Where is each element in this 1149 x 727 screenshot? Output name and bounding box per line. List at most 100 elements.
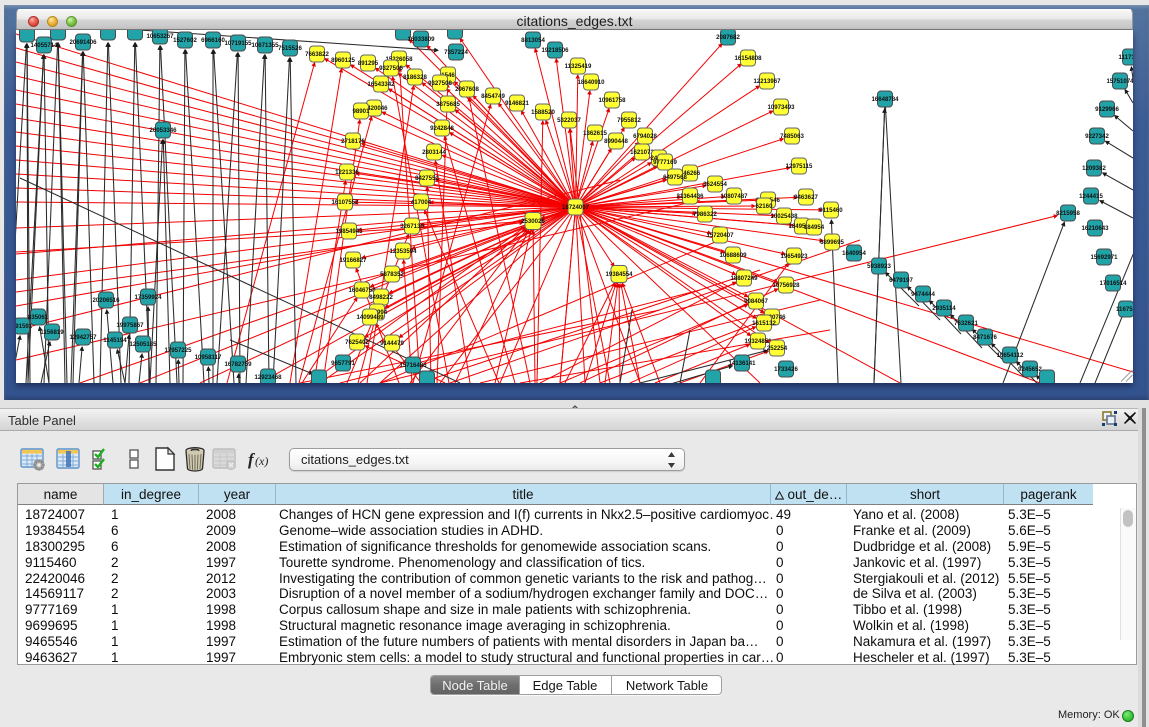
svg-text:15692971: 15692971 bbox=[1090, 254, 1118, 261]
svg-text:6479197: 6479197 bbox=[889, 277, 913, 284]
svg-text:10756928: 10756928 bbox=[772, 282, 800, 289]
svg-text:21364436: 21364436 bbox=[676, 193, 704, 200]
svg-text:1145194: 1145194 bbox=[103, 337, 127, 344]
svg-text:8427552: 8427552 bbox=[415, 175, 439, 182]
svg-text:19324851: 19324851 bbox=[744, 338, 772, 345]
svg-text:15720407: 15720407 bbox=[706, 232, 734, 239]
svg-text:9144479: 9144479 bbox=[380, 340, 404, 347]
svg-text:7515526: 7515526 bbox=[278, 45, 302, 52]
svg-text:16046758: 16046758 bbox=[348, 287, 376, 294]
svg-text:10671355: 10671355 bbox=[251, 42, 279, 49]
svg-text:8215958: 8215958 bbox=[1056, 210, 1080, 217]
svg-text:391591: 391591 bbox=[16, 323, 33, 330]
svg-text:18724007: 18724007 bbox=[562, 204, 590, 211]
svg-text:14099489: 14099489 bbox=[356, 314, 384, 321]
svg-text:10025438: 10025438 bbox=[770, 213, 798, 220]
svg-text:8454749: 8454749 bbox=[481, 93, 505, 100]
svg-text:5322037: 5322037 bbox=[557, 117, 581, 124]
svg-text:2935114: 2935114 bbox=[932, 305, 956, 312]
svg-text:16210643: 16210643 bbox=[1081, 225, 1109, 232]
svg-text:14136141: 14136141 bbox=[728, 360, 756, 367]
svg-text:10688609: 10688609 bbox=[719, 252, 747, 259]
svg-text:18640910: 18640910 bbox=[577, 79, 605, 86]
svg-text:1221336: 1221336 bbox=[335, 169, 359, 176]
svg-text:19854943: 19854943 bbox=[335, 228, 363, 235]
svg-text:7485063: 7485063 bbox=[780, 133, 804, 140]
svg-text:10653267: 10653267 bbox=[146, 33, 174, 40]
svg-text:7632621: 7632621 bbox=[954, 320, 978, 327]
svg-text:8990448: 8990448 bbox=[604, 138, 628, 145]
svg-text:1362615: 1362615 bbox=[583, 130, 607, 137]
svg-text:8813054: 8813054 bbox=[521, 37, 545, 44]
svg-text:16648784: 16648784 bbox=[871, 96, 899, 103]
svg-text:8498222: 8498222 bbox=[369, 294, 393, 301]
svg-text:3267130: 3267130 bbox=[400, 223, 424, 230]
svg-text:9657791: 9657791 bbox=[331, 360, 355, 367]
svg-text:16782759: 16782759 bbox=[224, 361, 252, 368]
svg-text:6899695: 6899695 bbox=[820, 239, 844, 246]
svg-text:62160: 62160 bbox=[756, 203, 774, 210]
svg-text:2087682: 2087682 bbox=[716, 34, 740, 41]
svg-text:1733426: 1733426 bbox=[774, 366, 798, 373]
svg-text:12975115: 12975115 bbox=[786, 163, 813, 170]
svg-text:1156819: 1156819 bbox=[40, 329, 64, 336]
svg-text:20053346: 20053346 bbox=[149, 127, 177, 134]
svg-text:15716485: 15716485 bbox=[399, 362, 427, 369]
svg-text:3624554: 3624554 bbox=[703, 181, 727, 188]
svg-text:891295: 891295 bbox=[358, 60, 379, 67]
svg-text:7955812: 7955812 bbox=[617, 117, 641, 124]
svg-text:184954: 184954 bbox=[804, 224, 825, 231]
svg-text:15751074: 15751074 bbox=[1106, 78, 1133, 85]
svg-text:10958117: 10958117 bbox=[195, 354, 222, 361]
svg-text:252254: 252254 bbox=[767, 345, 788, 352]
svg-text:1209382: 1209382 bbox=[1082, 165, 1106, 172]
svg-text:9463627: 9463627 bbox=[794, 194, 818, 201]
svg-text:9242848: 9242848 bbox=[430, 125, 454, 132]
svg-text:20206516: 20206516 bbox=[92, 297, 120, 304]
svg-text:1244415: 1244415 bbox=[1079, 193, 1103, 200]
svg-text:9245652: 9245652 bbox=[1018, 366, 1042, 373]
svg-text:(x): (x) bbox=[255, 454, 268, 468]
svg-text:10654112: 10654112 bbox=[997, 352, 1024, 359]
svg-text:98901: 98901 bbox=[353, 108, 371, 115]
svg-text:9227342: 9227342 bbox=[1085, 133, 1109, 140]
svg-text:1527602: 1527602 bbox=[173, 37, 197, 44]
svg-text:5878352: 5878352 bbox=[380, 271, 404, 278]
svg-text:7663822: 7663822 bbox=[305, 51, 329, 58]
svg-text:9146821: 9146821 bbox=[505, 100, 529, 107]
svg-text:19654923: 19654923 bbox=[780, 253, 808, 260]
svg-text:2718176: 2718176 bbox=[341, 138, 365, 145]
svg-text:16543342: 16543342 bbox=[367, 81, 395, 88]
svg-text:19975867: 19975867 bbox=[116, 322, 144, 329]
svg-text:9115460: 9115460 bbox=[819, 207, 843, 214]
svg-text:19384554: 19384554 bbox=[605, 271, 633, 278]
svg-text:12213967: 12213967 bbox=[753, 78, 781, 85]
svg-text:6497568: 6497568 bbox=[663, 174, 687, 181]
svg-text:14055714: 14055714 bbox=[30, 42, 58, 49]
svg-text:10807487: 10807487 bbox=[720, 193, 748, 200]
svg-text:2530026: 2530026 bbox=[521, 218, 545, 225]
svg-text:9327508: 9327508 bbox=[428, 80, 452, 87]
svg-text:12353594: 12353594 bbox=[389, 248, 417, 255]
svg-text:9474444: 9474444 bbox=[911, 291, 935, 298]
svg-text:10719155: 10719155 bbox=[224, 40, 252, 47]
svg-text:12923468: 12923468 bbox=[254, 374, 282, 381]
svg-text:16107552: 16107552 bbox=[331, 199, 359, 206]
svg-text:116753: 116753 bbox=[1116, 306, 1133, 313]
svg-text:7986322: 7986322 bbox=[693, 211, 717, 218]
svg-text:16154808: 16154808 bbox=[734, 55, 762, 62]
svg-text:17359924: 17359924 bbox=[134, 294, 162, 301]
svg-text:1588520: 1588520 bbox=[531, 109, 555, 116]
svg-text:12942757: 12942757 bbox=[69, 334, 97, 341]
svg-text:6794028: 6794028 bbox=[633, 133, 657, 140]
svg-text:20691406: 20691406 bbox=[69, 39, 97, 46]
svg-text:1117104: 1117104 bbox=[1118, 54, 1133, 61]
svg-text:19218506: 19218506 bbox=[541, 47, 569, 54]
svg-text:9777169: 9777169 bbox=[653, 159, 677, 166]
svg-text:1640954: 1640954 bbox=[842, 250, 866, 257]
svg-text:2967608: 2967608 bbox=[455, 86, 479, 93]
svg-text:10973493: 10973493 bbox=[767, 104, 795, 111]
svg-text:417004: 417004 bbox=[411, 199, 432, 206]
svg-text:9327506: 9327506 bbox=[379, 65, 403, 72]
svg-text:2803144: 2803144 bbox=[422, 149, 446, 156]
